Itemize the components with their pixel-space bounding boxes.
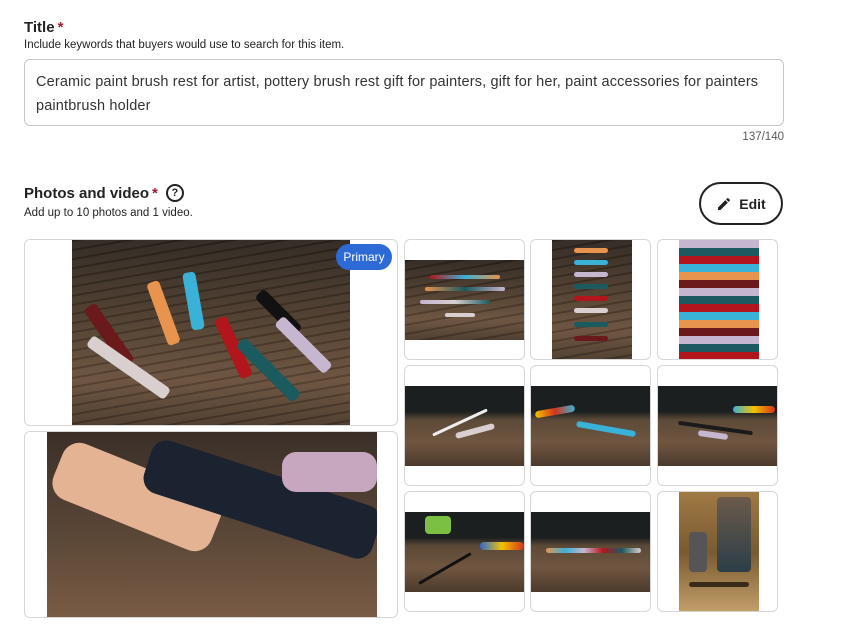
title-input[interactable]: Ceramic paint brush rest for artist, pot… bbox=[24, 59, 784, 126]
brush-rest bbox=[574, 336, 608, 341]
brush-rest bbox=[418, 552, 472, 585]
brush-rest bbox=[282, 452, 377, 492]
character-counter: 137/140 bbox=[742, 131, 784, 143]
brush-rest bbox=[274, 315, 333, 375]
required-mark: * bbox=[152, 184, 158, 202]
photo-image bbox=[531, 386, 650, 466]
brush-rest bbox=[574, 248, 608, 253]
photo-tile-8[interactable] bbox=[657, 365, 778, 486]
photo-tile-6[interactable] bbox=[404, 365, 525, 486]
brush-rest bbox=[454, 422, 496, 440]
brush-rest bbox=[425, 516, 451, 534]
photo-tile-5[interactable] bbox=[657, 239, 778, 360]
primary-badge: Primary bbox=[336, 244, 392, 270]
photo-image bbox=[658, 386, 777, 466]
photo-tile-10[interactable] bbox=[530, 491, 651, 612]
photo-tile-9[interactable] bbox=[404, 491, 525, 612]
required-mark: * bbox=[57, 19, 64, 36]
title-help-text: Include keywords that buyers would use t… bbox=[24, 39, 345, 51]
photo-image bbox=[47, 432, 377, 617]
brush-rest bbox=[425, 287, 505, 291]
brush-rest bbox=[574, 284, 608, 289]
photo-image bbox=[679, 492, 759, 611]
title-label-text: Title bbox=[24, 19, 55, 36]
photo-image bbox=[531, 512, 650, 592]
photo-tile-7[interactable] bbox=[530, 365, 651, 486]
photo-tile-11[interactable] bbox=[657, 491, 778, 612]
brush-rest bbox=[733, 406, 775, 413]
photo-image bbox=[405, 386, 524, 466]
brush-rest bbox=[689, 532, 707, 572]
brush-rest bbox=[430, 275, 500, 279]
brush-rest bbox=[574, 260, 608, 265]
brush-rest bbox=[717, 497, 751, 572]
photos-label: Photos and video * ? bbox=[24, 184, 184, 202]
edit-label: Edit bbox=[739, 195, 766, 212]
photo-image bbox=[405, 512, 524, 592]
brush-rest bbox=[146, 279, 181, 347]
photo-tile-4[interactable] bbox=[530, 239, 651, 360]
brush-rest bbox=[575, 420, 637, 438]
brush-rest bbox=[182, 271, 205, 331]
brush-rest bbox=[574, 296, 608, 301]
photo-image bbox=[72, 240, 350, 425]
photo-tile-2[interactable] bbox=[24, 431, 398, 618]
brush-rest bbox=[574, 272, 608, 277]
photo-image bbox=[552, 240, 632, 359]
title-label: Title * bbox=[24, 19, 63, 36]
photo-image bbox=[679, 240, 759, 359]
brush-rest bbox=[445, 313, 475, 317]
brush-rest bbox=[546, 548, 641, 553]
brush-rest bbox=[534, 404, 576, 419]
photo-tile-3[interactable] bbox=[404, 239, 525, 360]
edit-photos-button[interactable]: Edit bbox=[699, 182, 783, 225]
brush-rest bbox=[689, 582, 749, 587]
brush-rest bbox=[574, 322, 608, 327]
photo-image bbox=[405, 260, 524, 340]
brush-rest bbox=[480, 542, 524, 550]
photos-label-text: Photos and video bbox=[24, 184, 150, 202]
pencil-icon bbox=[718, 197, 731, 210]
photos-help-text: Add up to 10 photos and 1 video. bbox=[24, 207, 193, 219]
brush-rest bbox=[697, 429, 729, 441]
brush-rest bbox=[574, 308, 608, 313]
help-icon[interactable]: ? bbox=[165, 184, 184, 202]
brush-rest bbox=[85, 334, 172, 401]
brush-rest bbox=[420, 300, 490, 304]
